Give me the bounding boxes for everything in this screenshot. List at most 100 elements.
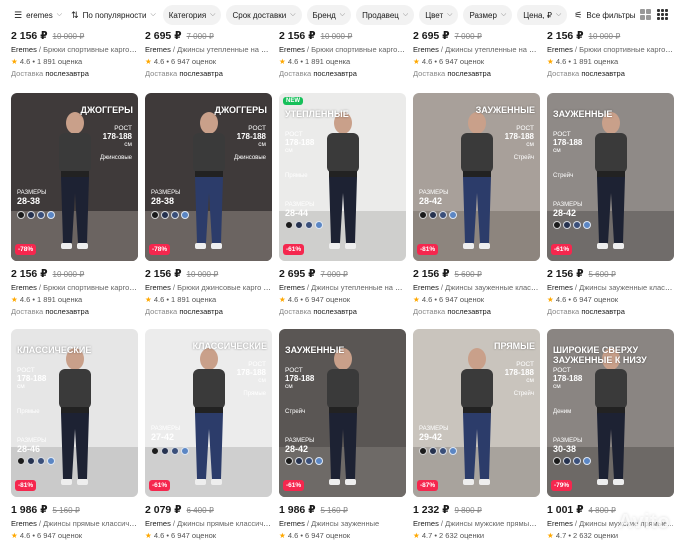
product-card[interactable]: УТЕПЛЕННЫЕ РОСТ 178-188 см Прямые РАЗМЕРЫ 28-4… — [279, 93, 406, 316]
product-photo[interactable]: ЗАУЖЕННЫЕ РОСТ 178-188 см Стрейч РАЗМЕРЫ 28-42… — [547, 93, 674, 261]
color-swatch — [573, 221, 581, 229]
product-card[interactable]: 2 156 ₽ 10 000 ₽ Eremes / Брюки спортивные… — [279, 30, 406, 78]
rating-row: ★ 4.6 • 1 891 оценка — [547, 57, 674, 66]
color-swatch — [429, 211, 437, 219]
feature-label: Деним — [553, 409, 572, 415]
product-title-link[interactable]: Eremes / Джинсы зауженные классиче... — [547, 283, 674, 292]
height-value: 178-188 — [17, 374, 47, 383]
product-photo[interactable]: КЛАССИЧЕСКИЕ РОСТ 178-188 см Прямые РАЗМЕРЫ 28… — [11, 329, 138, 497]
filter-label: Бренд — [312, 10, 336, 20]
discount-badge: -61% — [283, 244, 305, 255]
sizes-info: РАЗМЕРЫ 27-42 — [151, 425, 180, 442]
product-description: Джинсы прямые классические — [43, 519, 138, 528]
product-title-link[interactable]: Eremes / Джинсы утепленные на флис... — [279, 283, 406, 292]
color-swatch — [429, 447, 437, 455]
height-value: 178-188 — [553, 374, 583, 383]
product-title-link[interactable]: Eremes / Брюки спортивные карго такт... — [279, 45, 406, 54]
product-card[interactable]: ШИРОКИЕ СВЕРХУ ЗАУЖЕННЫЕ К НИЗУ РОСТ 178-1… — [547, 329, 674, 540]
product-title-link[interactable]: Eremes / Джинсы утепленные на флис... — [413, 45, 540, 54]
search-query-chip[interactable]: ☰ eremes ⌵ — [12, 5, 64, 25]
height-unit: см — [553, 383, 561, 390]
delivery-label: Доставка — [145, 69, 178, 78]
product-title-link[interactable]: Eremes / Джинсы прямые классические — [145, 519, 272, 528]
star-icon: ★ — [413, 57, 422, 66]
filter-category[interactable]: Категория ⌵ — [162, 5, 222, 25]
all-filters-button[interactable]: ⚟ Все фильтры — [572, 5, 637, 25]
color-swatch — [419, 211, 427, 219]
product-title-link[interactable]: Eremes / Джинсы мужские прямые стр... — [413, 519, 540, 528]
product-description: Джинсы зауженные классиче... — [579, 283, 674, 292]
old-price: 10 000 ₽ — [186, 270, 219, 279]
old-price: 10 000 ₽ — [320, 32, 353, 41]
product-card[interactable]: 2 695 ₽ 7 000 ₽ Eremes / Джинсы утепленные… — [413, 30, 540, 78]
product-card[interactable]: КЛАССИЧЕСКИЕ РОСТ 178-188 см Прямые РАЗМЕРЫ 27… — [145, 329, 272, 540]
product-title-link[interactable]: Eremes / Брюки спортивные карго такт... — [11, 283, 138, 292]
product-photo[interactable]: ШИРОКИЕ СВЕРХУ ЗАУЖЕННЫЕ К НИЗУ РОСТ 178-1… — [547, 329, 674, 497]
old-price: 10 000 ₽ — [52, 32, 85, 41]
product-card[interactable]: ЗАУЖЕННЫЕ РОСТ 178-188 см Стрейч РАЗМЕРЫ 28-42… — [413, 93, 540, 316]
product-card[interactable]: ПРЯМЫЕ РОСТ 178-188 см Стрейч РАЗМЕРЫ 29-42 -87… — [413, 329, 540, 540]
rating-row: ★ 4.6 • 6 947 оценок — [11, 531, 138, 540]
product-title-link[interactable]: Eremes / Джинсы зауженные классиче... — [413, 283, 540, 292]
height-unit: см — [17, 383, 25, 390]
product-brand: Eremes — [413, 45, 439, 54]
rating-value: 4.6 — [153, 57, 165, 66]
sizes-info: РАЗМЕРЫ 28-42 — [553, 201, 582, 218]
product-card[interactable]: ДЖОГГЕРЫ РОСТ 178-188 см Джинсовые РАЗМЕРЫ 28-… — [145, 93, 272, 316]
color-swatch — [439, 447, 447, 455]
product-photo[interactable]: ДЖОГГЕРЫ РОСТ 178-188 см Джинсовые РАЗМЕРЫ 28-… — [11, 93, 138, 261]
product-title-link[interactable]: Eremes / Брюки спортивные карго такт... — [11, 45, 138, 54]
filter-color[interactable]: Цвет ⌵ — [419, 5, 459, 25]
product-card[interactable]: ДЖОГГЕРЫ РОСТ 178-188 см Джинсовые РАЗМЕРЫ 28-… — [11, 93, 138, 316]
product-photo[interactable]: УТЕПЛЕННЫЕ РОСТ 178-188 см Прямые РАЗМЕРЫ 28-4… — [279, 93, 406, 261]
color-swatch — [161, 211, 169, 219]
product-title-link[interactable]: Eremes / Джинсы зауженные — [279, 519, 406, 528]
color-swatch — [563, 221, 571, 229]
height-info: РОСТ 178-188 см — [285, 131, 314, 155]
product-photo[interactable]: ДЖОГГЕРЫ РОСТ 178-188 см Джинсовые РАЗМЕРЫ 28-… — [145, 93, 272, 261]
filter-label: Цена, ₽ — [523, 10, 553, 20]
filter-brand[interactable]: Бренд ⌵ — [306, 5, 352, 25]
discount-badge: -61% — [283, 480, 305, 491]
product-title-link[interactable]: Eremes / Джинсы прямые классические — [11, 519, 138, 528]
product-card[interactable]: 2 156 ₽ 10 000 ₽ Eremes / Брюки спортивные… — [11, 30, 138, 78]
sizes-value: 28-38 — [151, 196, 175, 206]
filter-size[interactable]: Размер ⌵ — [463, 5, 513, 25]
filter-delivery-time[interactable]: Срок доставки ⌵ — [226, 5, 302, 25]
height-info: РОСТ 178-188 см — [553, 367, 582, 391]
filter-price[interactable]: Цена, ₽ ⌵ — [517, 5, 568, 25]
chevron-down-icon: ⌵ — [290, 11, 296, 18]
sizes-value: 28-42 — [419, 196, 443, 206]
filter-seller[interactable]: Продавец ⌵ — [356, 5, 415, 25]
product-title-link[interactable]: Eremes / Джинсы утепленные на флис... — [145, 45, 272, 54]
product-photo[interactable]: КЛАССИЧЕСКИЕ РОСТ 178-188 см Прямые РАЗМЕРЫ 27… — [145, 329, 272, 497]
height-value: 178-188 — [553, 138, 583, 147]
product-brand: Eremes — [547, 45, 573, 54]
product-title-link[interactable]: Eremes / Брюки джинсовые карго спор... — [145, 283, 272, 292]
large-grid-view-icon[interactable] — [640, 9, 651, 20]
color-swatches — [151, 211, 189, 219]
product-description: Брюки спортивные карго такт... — [579, 45, 674, 54]
sort-dropdown[interactable]: ⇅ По популярности ⌵ — [69, 5, 158, 25]
product-card[interactable]: 2 695 ₽ 7 000 ₽ Eremes / Джинсы утепленные… — [145, 30, 272, 78]
product-description: Брюки спортивные карго такт... — [43, 45, 138, 54]
star-icon: ★ — [547, 531, 556, 540]
price-row: 2 695 ₽ 7 000 ₽ — [145, 30, 272, 42]
feature-label: Прямые — [243, 391, 266, 397]
product-photo[interactable]: ЗАУЖЕННЫЕ РОСТ 178-188 см Стрейч РАЗМЕРЫ 28-42… — [279, 329, 406, 497]
product-photo[interactable]: ЗАУЖЕННЫЕ РОСТ 178-188 см Стрейч РАЗМЕРЫ 28-42… — [413, 93, 540, 261]
color-swatch — [47, 457, 55, 465]
price-row: 2 156 ₽ 10 000 ₽ — [11, 30, 138, 42]
product-card[interactable]: КЛАССИЧЕСКИЕ РОСТ 178-188 см Прямые РАЗМЕРЫ 28… — [11, 329, 138, 540]
current-price: 2 079 ₽ — [145, 504, 182, 516]
product-card[interactable]: ЗАУЖЕННЫЕ РОСТ 178-188 см Стрейч РАЗМЕРЫ 28-42… — [279, 329, 406, 540]
star-icon: ★ — [413, 295, 422, 304]
product-card[interactable]: ЗАУЖЕННЫЕ РОСТ 178-188 см Стрейч РАЗМЕРЫ 28-42… — [547, 93, 674, 316]
delivery-info: Доставка послезавтра — [11, 307, 138, 316]
product-card[interactable]: 2 156 ₽ 10 000 ₽ Eremes / Брюки спортивные… — [547, 30, 674, 78]
small-grid-view-icon[interactable] — [657, 9, 668, 20]
height-info: РОСТ 178-188 см — [553, 131, 582, 155]
product-photo[interactable]: ПРЯМЫЕ РОСТ 178-188 см Стрейч РАЗМЕРЫ 29-42 -87… — [413, 329, 540, 497]
rating-row: ★ 4.6 • 6 947 оценок — [145, 57, 272, 66]
product-title-link[interactable]: Eremes / Брюки спортивные карго такт... — [547, 45, 674, 54]
